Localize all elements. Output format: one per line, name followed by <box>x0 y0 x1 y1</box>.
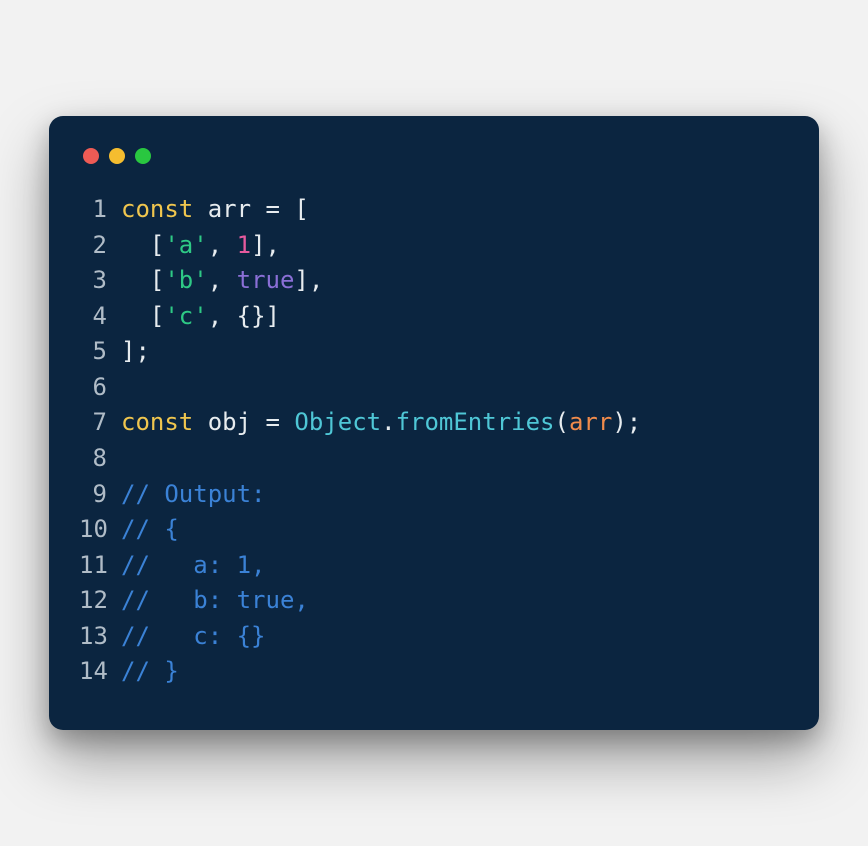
code-token: // a: 1, <box>121 551 266 579</box>
code-token: arr <box>569 408 612 436</box>
window-titlebar <box>79 142 789 192</box>
code-token: ( <box>555 408 569 436</box>
window-minimize-dot[interactable] <box>109 148 125 164</box>
code-token: ); <box>612 408 641 436</box>
line-number: 6 <box>79 370 121 406</box>
line-content: ['a', 1], <box>121 228 789 264</box>
code-token: const <box>121 195 193 223</box>
code-token: fromEntries <box>396 408 555 436</box>
line-number: 7 <box>79 405 121 441</box>
line-content: ]; <box>121 334 789 370</box>
line-content: // { <box>121 512 789 548</box>
code-token: 'c' <box>164 302 207 330</box>
code-line: 1const arr = [ <box>79 192 789 228</box>
code-token: 'b' <box>164 266 207 294</box>
line-content <box>121 441 789 477</box>
code-token: , {}] <box>208 302 280 330</box>
line-content: // a: 1, <box>121 548 789 584</box>
code-token: , <box>208 266 237 294</box>
line-number: 13 <box>79 619 121 655</box>
code-token: // c: {} <box>121 622 266 650</box>
code-line: 8 <box>79 441 789 477</box>
code-block: 1const arr = [2 ['a', 1],3 ['b', true],4… <box>79 192 789 689</box>
code-token: true <box>237 266 295 294</box>
line-number: 14 <box>79 654 121 690</box>
code-window: 1const arr = [2 ['a', 1],3 ['b', true],4… <box>49 116 819 729</box>
code-token: Object <box>294 408 381 436</box>
code-token: ]; <box>121 337 150 365</box>
line-number: 8 <box>79 441 121 477</box>
code-token: ], <box>251 231 280 259</box>
code-line: 9// Output: <box>79 477 789 513</box>
code-line: 10// { <box>79 512 789 548</box>
code-line: 7const obj = Object.fromEntries(arr); <box>79 405 789 441</box>
code-line: 4 ['c', {}] <box>79 299 789 335</box>
code-line: 6 <box>79 370 789 406</box>
line-content <box>121 370 789 406</box>
code-line: 13// c: {} <box>79 619 789 655</box>
line-number: 4 <box>79 299 121 335</box>
code-token: [ <box>121 231 164 259</box>
code-token: = [ <box>266 195 309 223</box>
line-content: // } <box>121 654 789 690</box>
code-line: 5]; <box>79 334 789 370</box>
window-zoom-dot[interactable] <box>135 148 151 164</box>
line-number: 2 <box>79 228 121 264</box>
line-number: 9 <box>79 477 121 513</box>
code-line: 12// b: true, <box>79 583 789 619</box>
line-number: 10 <box>79 512 121 548</box>
line-number: 3 <box>79 263 121 299</box>
code-token: const <box>121 408 193 436</box>
line-number: 12 <box>79 583 121 619</box>
line-content: // b: true, <box>121 583 789 619</box>
code-token: , <box>208 231 237 259</box>
code-token: . <box>381 408 395 436</box>
line-content: ['c', {}] <box>121 299 789 335</box>
line-number: 5 <box>79 334 121 370</box>
code-line: 14// } <box>79 654 789 690</box>
line-content: // c: {} <box>121 619 789 655</box>
code-token: [ <box>121 266 164 294</box>
line-number: 1 <box>79 192 121 228</box>
code-token: arr <box>193 195 265 223</box>
code-token: 'a' <box>164 231 207 259</box>
code-token: // } <box>121 657 179 685</box>
code-token: // { <box>121 515 179 543</box>
code-line: 3 ['b', true], <box>79 263 789 299</box>
code-token: ], <box>294 266 323 294</box>
code-token: // Output: <box>121 480 266 508</box>
window-close-dot[interactable] <box>83 148 99 164</box>
code-line: 11// a: 1, <box>79 548 789 584</box>
code-token: obj <box>193 408 265 436</box>
line-content: const obj = Object.fromEntries(arr); <box>121 405 789 441</box>
line-content: // Output: <box>121 477 789 513</box>
code-token: // b: true, <box>121 586 309 614</box>
line-number: 11 <box>79 548 121 584</box>
line-content: ['b', true], <box>121 263 789 299</box>
code-token: [ <box>121 302 164 330</box>
code-token: 1 <box>237 231 251 259</box>
code-token: = <box>266 408 295 436</box>
line-content: const arr = [ <box>121 192 789 228</box>
code-line: 2 ['a', 1], <box>79 228 789 264</box>
